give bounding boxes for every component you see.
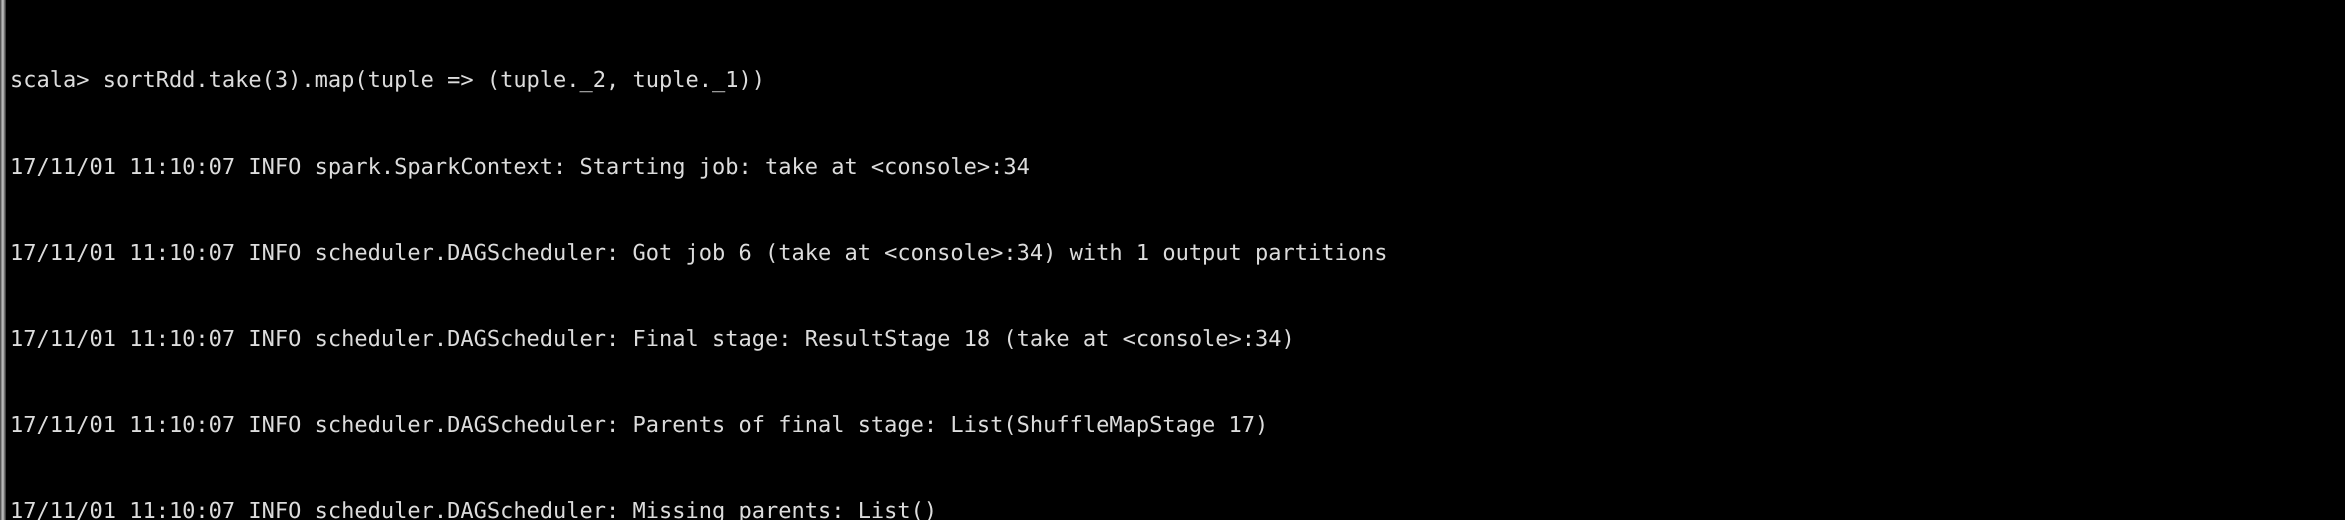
console-line-log: 17/11/01 11:10:07 INFO scheduler.DAGSche… (10, 240, 1388, 266)
console-line-log: 17/11/01 11:10:07 INFO spark.SparkContex… (10, 154, 1030, 180)
console-output[interactable]: scala> sortRdd.take(3).map(tuple => (tup… (10, 10, 2340, 520)
terminal-window[interactable]: scala> sortRdd.take(3).map(tuple => (tup… (0, 0, 2345, 520)
console-line-log: 17/11/01 11:10:07 INFO scheduler.DAGSche… (10, 498, 938, 520)
window-left-border-gutter (0, 0, 6, 520)
console-line-log: 17/11/01 11:10:07 INFO scheduler.DAGSche… (10, 412, 1269, 438)
console-line-log: 17/11/01 11:10:07 INFO scheduler.DAGSche… (10, 326, 1295, 352)
console-line-prompt-command: scala> sortRdd.take(3).map(tuple => (tup… (10, 68, 765, 94)
